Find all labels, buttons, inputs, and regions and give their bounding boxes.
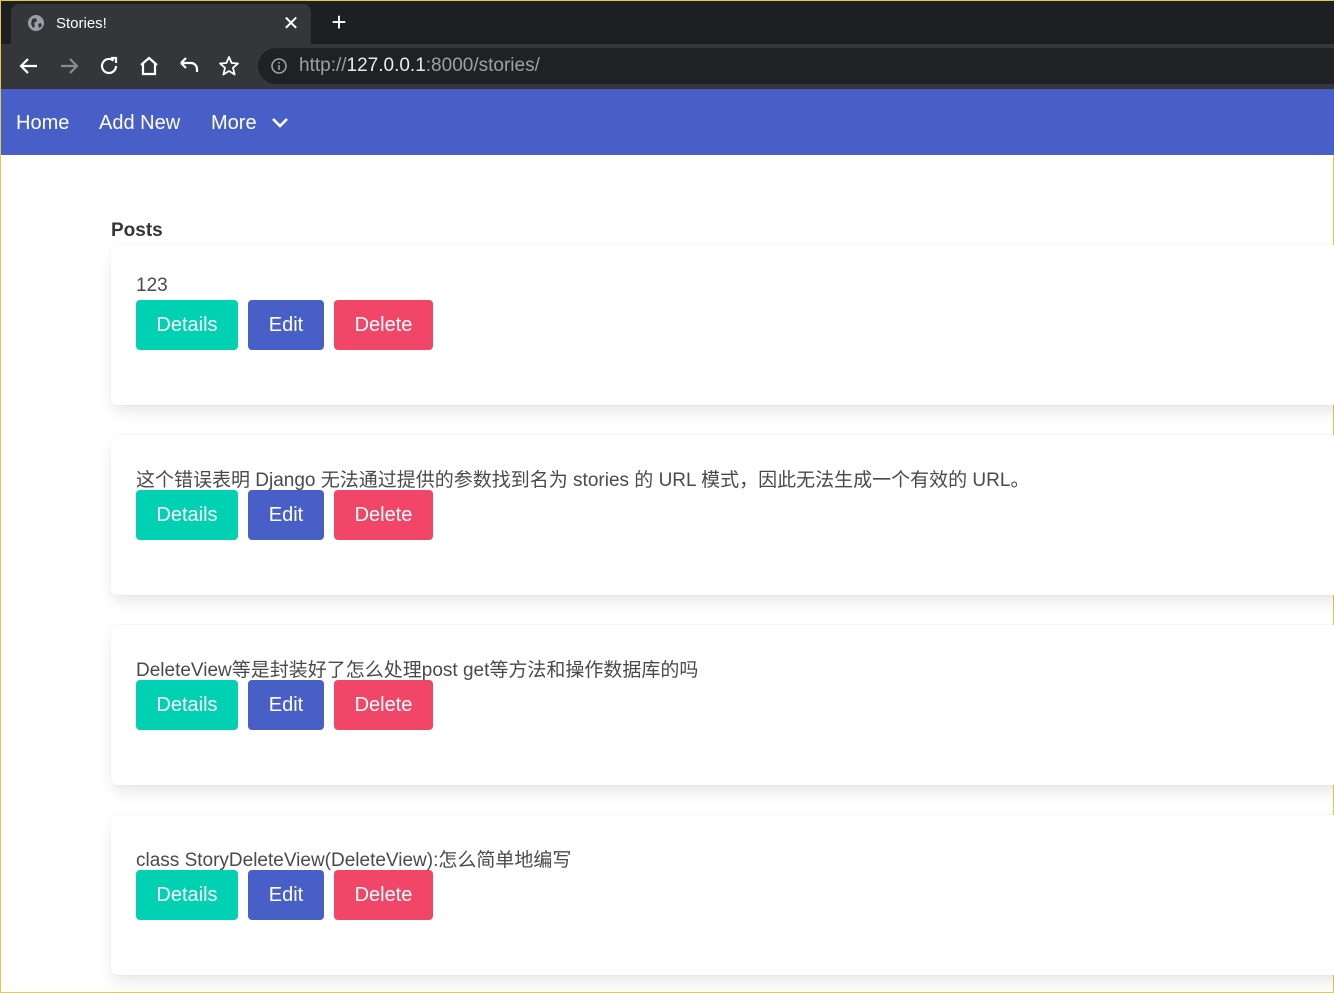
- reload-icon[interactable]: [97, 54, 121, 78]
- url-text[interactable]: http://127.0.0.1:8000/stories/: [299, 56, 540, 76]
- undo-icon[interactable]: [177, 54, 201, 78]
- delete-button[interactable]: Delete: [334, 300, 433, 350]
- browser-tab[interactable]: Stories! ✕: [11, 4, 311, 44]
- forward-arrow-icon[interactable]: [57, 54, 81, 78]
- address-bar[interactable]: http://127.0.0.1:8000/stories/: [258, 48, 1334, 84]
- url-scheme: http://: [299, 55, 347, 76]
- globe-icon: [28, 15, 44, 31]
- home-icon[interactable]: [137, 54, 161, 78]
- url-host: 127.0.0.1: [346, 55, 426, 76]
- details-button[interactable]: Details: [136, 680, 238, 730]
- delete-button[interactable]: Delete: [334, 870, 433, 920]
- star-icon[interactable]: [217, 54, 241, 78]
- post-text: DeleteView等是封装好了怎么处理post get等方法和操作数据库的吗: [136, 660, 699, 681]
- details-button[interactable]: Details: [136, 300, 238, 350]
- edit-button[interactable]: Edit: [248, 490, 324, 540]
- browser-toolbar: http://127.0.0.1:8000/stories/: [1, 44, 1334, 89]
- nav-add-new-link[interactable]: Add New: [99, 111, 180, 135]
- edit-button[interactable]: Edit: [248, 680, 324, 730]
- post-card: DeleteView等是封装好了怎么处理post get等方法和操作数据库的吗 …: [111, 625, 1334, 785]
- post-card: 123 Details Edit Delete: [111, 245, 1334, 405]
- posts-heading: Posts: [111, 220, 163, 241]
- nav-home-link[interactable]: Home: [16, 111, 69, 135]
- tab-close-button[interactable]: ✕: [281, 10, 301, 38]
- info-icon[interactable]: [270, 57, 288, 75]
- new-tab-button[interactable]: +: [327, 7, 351, 37]
- tab-title: Stories!: [56, 15, 107, 32]
- url-path: :8000/stories/: [425, 55, 540, 76]
- edit-button[interactable]: Edit: [248, 300, 324, 350]
- edit-button[interactable]: Edit: [248, 870, 324, 920]
- post-card: class StoryDeleteView(DeleteView):怎么简单地编…: [111, 815, 1334, 975]
- back-arrow-icon[interactable]: [17, 54, 41, 78]
- chevron-down-icon[interactable]: [271, 117, 289, 129]
- post-card: 这个错误表明 Django 无法通过提供的参数找到名为 stories 的 UR…: [111, 435, 1334, 595]
- browser-tabstrip: Stories! ✕ +: [1, 1, 1334, 44]
- details-button[interactable]: Details: [136, 490, 238, 540]
- delete-button[interactable]: Delete: [334, 680, 433, 730]
- post-text: class StoryDeleteView(DeleteView):怎么简单地编…: [136, 850, 572, 871]
- app-navbar: Home Add New More: [1, 89, 1334, 155]
- delete-button[interactable]: Delete: [334, 490, 433, 540]
- details-button[interactable]: Details: [136, 870, 238, 920]
- nav-more-dropdown[interactable]: More: [211, 111, 257, 135]
- post-text: 这个错误表明 Django 无法通过提供的参数找到名为 stories 的 UR…: [136, 470, 1030, 491]
- post-text: 123: [136, 275, 168, 296]
